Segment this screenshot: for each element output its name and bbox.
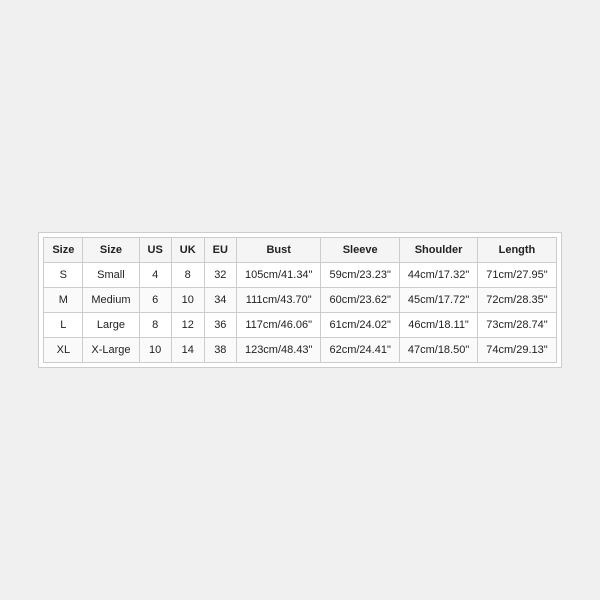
- size-chart-table: Size Size US UK EU Bust Sleeve Shoulder …: [43, 237, 556, 363]
- cell-size-name: Large: [83, 313, 139, 338]
- cell-sleeve: 60cm/23.62": [321, 288, 399, 313]
- cell-shoulder: 44cm/17.32": [399, 263, 477, 288]
- cell-length: 72cm/28.35": [478, 288, 556, 313]
- col-header-uk: UK: [171, 238, 204, 263]
- cell-sleeve: 62cm/24.41": [321, 338, 399, 363]
- cell-shoulder: 45cm/17.72": [399, 288, 477, 313]
- cell-eu: 32: [204, 263, 236, 288]
- cell-length: 73cm/28.74": [478, 313, 556, 338]
- cell-sleeve: 61cm/24.02": [321, 313, 399, 338]
- col-header-size-code: Size: [44, 238, 83, 263]
- cell-size-name: Medium: [83, 288, 139, 313]
- table-header-row: Size Size US UK EU Bust Sleeve Shoulder …: [44, 238, 556, 263]
- table-row: SSmall4832105cm/41.34"59cm/23.23"44cm/17…: [44, 263, 556, 288]
- table-row: LLarge81236117cm/46.06"61cm/24.02"46cm/1…: [44, 313, 556, 338]
- cell-size-code: XL: [44, 338, 83, 363]
- cell-uk: 14: [171, 338, 204, 363]
- col-header-eu: EU: [204, 238, 236, 263]
- cell-eu: 36: [204, 313, 236, 338]
- cell-uk: 10: [171, 288, 204, 313]
- col-header-bust: Bust: [236, 238, 321, 263]
- cell-length: 74cm/29.13": [478, 338, 556, 363]
- cell-length: 71cm/27.95": [478, 263, 556, 288]
- cell-eu: 38: [204, 338, 236, 363]
- cell-us: 4: [139, 263, 171, 288]
- cell-us: 8: [139, 313, 171, 338]
- cell-size-code: L: [44, 313, 83, 338]
- col-header-sleeve: Sleeve: [321, 238, 399, 263]
- cell-us: 10: [139, 338, 171, 363]
- cell-uk: 12: [171, 313, 204, 338]
- cell-bust: 117cm/46.06": [236, 313, 321, 338]
- cell-size-code: M: [44, 288, 83, 313]
- cell-us: 6: [139, 288, 171, 313]
- cell-size-name: Small: [83, 263, 139, 288]
- cell-sleeve: 59cm/23.23": [321, 263, 399, 288]
- cell-shoulder: 46cm/18.11": [399, 313, 477, 338]
- cell-bust: 123cm/48.43": [236, 338, 321, 363]
- cell-shoulder: 47cm/18.50": [399, 338, 477, 363]
- cell-eu: 34: [204, 288, 236, 313]
- col-header-size-name: Size: [83, 238, 139, 263]
- cell-bust: 105cm/41.34": [236, 263, 321, 288]
- col-header-shoulder: Shoulder: [399, 238, 477, 263]
- cell-size-name: X-Large: [83, 338, 139, 363]
- table-row: MMedium61034111cm/43.70"60cm/23.62"45cm/…: [44, 288, 556, 313]
- col-header-length: Length: [478, 238, 556, 263]
- cell-bust: 111cm/43.70": [236, 288, 321, 313]
- size-chart-wrapper: Size Size US UK EU Bust Sleeve Shoulder …: [38, 232, 561, 368]
- cell-uk: 8: [171, 263, 204, 288]
- cell-size-code: S: [44, 263, 83, 288]
- col-header-us: US: [139, 238, 171, 263]
- table-row: XLX-Large101438123cm/48.43"62cm/24.41"47…: [44, 338, 556, 363]
